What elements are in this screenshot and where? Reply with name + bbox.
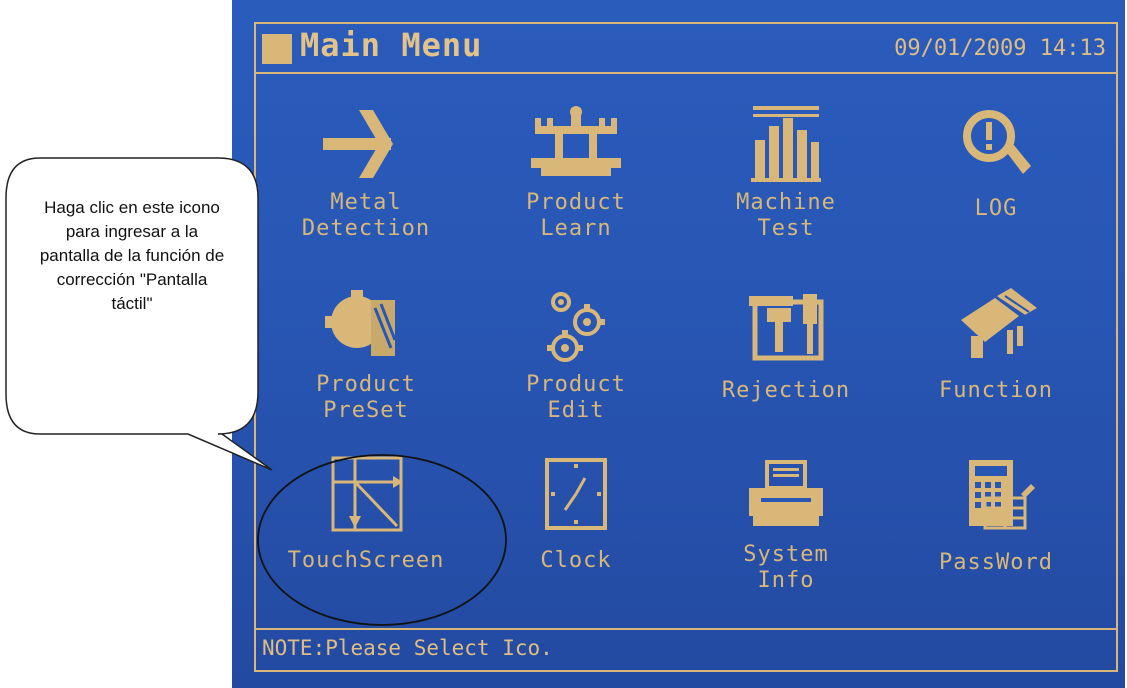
clock-icon xyxy=(545,458,607,530)
menu-item-label: Rejection xyxy=(721,378,851,403)
menu-item-label: PassWord xyxy=(939,550,1053,575)
menu-item-label: Product PreSet xyxy=(316,372,416,423)
menu-item-metal-detection[interactable]: Metal Detection xyxy=(266,104,466,242)
product-edit-gears-icon xyxy=(547,292,605,362)
menu-item-rejection[interactable]: Rejection xyxy=(686,286,886,404)
status-note-bar: NOTE:Please Select Ico. xyxy=(256,628,1116,670)
menu-item-label: LOG xyxy=(974,196,1018,221)
machine-test-icon xyxy=(751,106,821,182)
menu-item-clock[interactable]: Clock xyxy=(476,454,676,574)
device-screen: Main Menu 09/01/2009 14:13 Metal Detecti… xyxy=(232,0,1125,688)
product-learn-icon xyxy=(531,106,621,176)
menu-item-label: Product Edit xyxy=(526,372,626,423)
title-block-icon xyxy=(262,34,292,64)
menu-item-machine-test[interactable]: Machine Test xyxy=(686,104,886,242)
password-calculator-icon xyxy=(969,460,1035,530)
menu-item-log[interactable]: LOG xyxy=(896,104,1096,222)
metal-detection-icon xyxy=(323,110,393,178)
touchscreen-calibration-icon xyxy=(331,456,403,532)
menu-item-label: Machine Test xyxy=(736,190,836,241)
menu-item-product-preset[interactable]: Product PreSet xyxy=(266,286,466,424)
function-icon xyxy=(961,288,1037,358)
product-preset-icon xyxy=(325,290,397,356)
menu-item-touchscreen[interactable]: TouchScreen xyxy=(266,454,466,574)
title-bar: Main Menu 09/01/2009 14:13 xyxy=(256,24,1116,74)
menu-item-system-info[interactable]: System Info xyxy=(686,454,886,594)
main-menu-window: Main Menu 09/01/2009 14:13 Metal Detecti… xyxy=(254,22,1118,672)
printer-icon xyxy=(749,460,823,526)
log-search-icon xyxy=(963,110,1031,174)
menu-item-label: Function xyxy=(939,378,1053,403)
status-note: NOTE:Please Select Ico. xyxy=(262,636,553,660)
menu-item-label: System Info xyxy=(743,542,829,593)
menu-item-product-edit[interactable]: Product Edit xyxy=(476,286,676,424)
menu-item-label: Metal Detection xyxy=(301,190,431,241)
rejection-toolbox-icon xyxy=(749,294,824,361)
menu-item-label: TouchScreen xyxy=(287,548,445,573)
menu-item-label: Clock xyxy=(540,548,612,573)
callout-text: Haga clic en este icono para ingresar a … xyxy=(39,198,225,313)
window-title: Main Menu xyxy=(300,26,483,64)
menu-item-label: Product Learn xyxy=(526,190,626,241)
date-time: 09/01/2009 14:13 xyxy=(894,36,1106,61)
menu-item-function[interactable]: Function xyxy=(896,286,1096,404)
menu-item-product-learn[interactable]: Product Learn xyxy=(476,104,676,242)
menu-item-password[interactable]: PassWord xyxy=(896,454,1096,576)
